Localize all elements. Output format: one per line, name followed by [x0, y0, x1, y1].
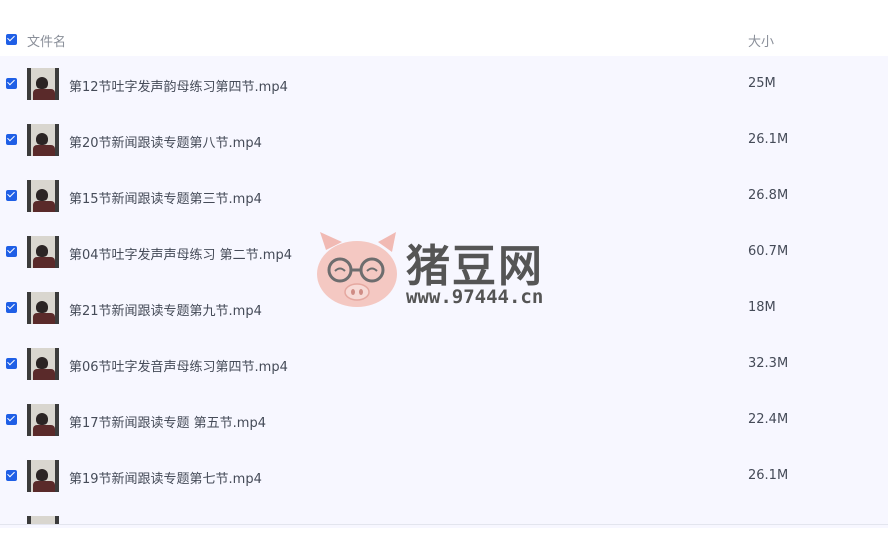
file-size: 25M: [748, 76, 776, 91]
file-name[interactable]: 第21节新闻跟读专题第九节.mp4: [69, 300, 262, 319]
file-size: 26.1M: [748, 468, 789, 483]
file-row[interactable]: 第21节新闻跟读专题第九节.mp4 18M: [0, 280, 888, 336]
video-thumbnail: [27, 348, 59, 380]
file-name[interactable]: 第20节新闻跟读专题第八节.mp4: [69, 132, 262, 151]
row-checkbox[interactable]: [6, 134, 17, 145]
file-row[interactable]: 第17节新闻跟读专题 第五节.mp4 22.4M: [0, 392, 888, 448]
video-thumbnail: [27, 124, 59, 156]
file-size: 60.7M: [748, 244, 789, 259]
list-divider: [0, 524, 888, 525]
file-row[interactable]: 第12节吐字发声韵母练习第四节.mp4 25M: [0, 56, 888, 112]
row-checkbox[interactable]: [6, 246, 17, 257]
file-list: 第12节吐字发声韵母练习第四节.mp4 25M 第20节新闻跟读专题第八节.mp…: [0, 56, 888, 528]
file-row[interactable]: 第04节吐字发声声母练习 第二节.mp4 60.7M: [0, 224, 888, 280]
video-thumbnail: [27, 460, 59, 492]
file-row[interactable]: 第20节新闻跟读专题第八节.mp4 26.1M: [0, 112, 888, 168]
row-checkbox[interactable]: [6, 302, 17, 313]
file-size: 26.8M: [748, 188, 789, 203]
row-checkbox[interactable]: [6, 470, 17, 481]
file-name[interactable]: 第06节吐字发音声母练习第四节.mp4: [69, 356, 288, 375]
video-thumbnail: [27, 404, 59, 436]
file-name[interactable]: 第12节吐字发声韵母练习第四节.mp4: [69, 76, 288, 95]
video-thumbnail: [27, 180, 59, 212]
file-size: 26.1M: [748, 132, 789, 147]
file-row[interactable]: 第06节吐字发音声母练习第四节.mp4 32.3M: [0, 336, 888, 392]
video-thumbnail: [27, 292, 59, 324]
video-thumbnail: [27, 68, 59, 100]
file-row[interactable]: 第15节新闻跟读专题第三节.mp4 26.8M: [0, 168, 888, 224]
row-checkbox[interactable]: [6, 190, 17, 201]
file-list-header: 文件名 大小: [0, 18, 888, 58]
column-header-filename[interactable]: 文件名: [27, 31, 66, 50]
file-size: 32.3M: [748, 356, 789, 371]
video-thumbnail: [27, 236, 59, 268]
file-name[interactable]: 第04节吐字发声声母练习 第二节.mp4: [69, 244, 292, 263]
row-checkbox[interactable]: [6, 414, 17, 425]
file-name[interactable]: 第17节新闻跟读专题 第五节.mp4: [69, 412, 266, 431]
video-thumbnail: [27, 516, 59, 524]
file-name[interactable]: 第19节新闻跟读专题第七节.mp4: [69, 468, 262, 487]
row-checkbox[interactable]: [6, 358, 17, 369]
select-all-checkbox[interactable]: [6, 34, 17, 45]
column-header-size[interactable]: 大小: [748, 31, 774, 50]
row-checkbox[interactable]: [6, 78, 17, 89]
file-size: 18M: [748, 300, 776, 315]
file-size: 22.4M: [748, 412, 789, 427]
file-row[interactable]: 第19节新闻跟读专题第七节.mp4 26.1M: [0, 448, 888, 504]
file-name[interactable]: 第15节新闻跟读专题第三节.mp4: [69, 188, 262, 207]
